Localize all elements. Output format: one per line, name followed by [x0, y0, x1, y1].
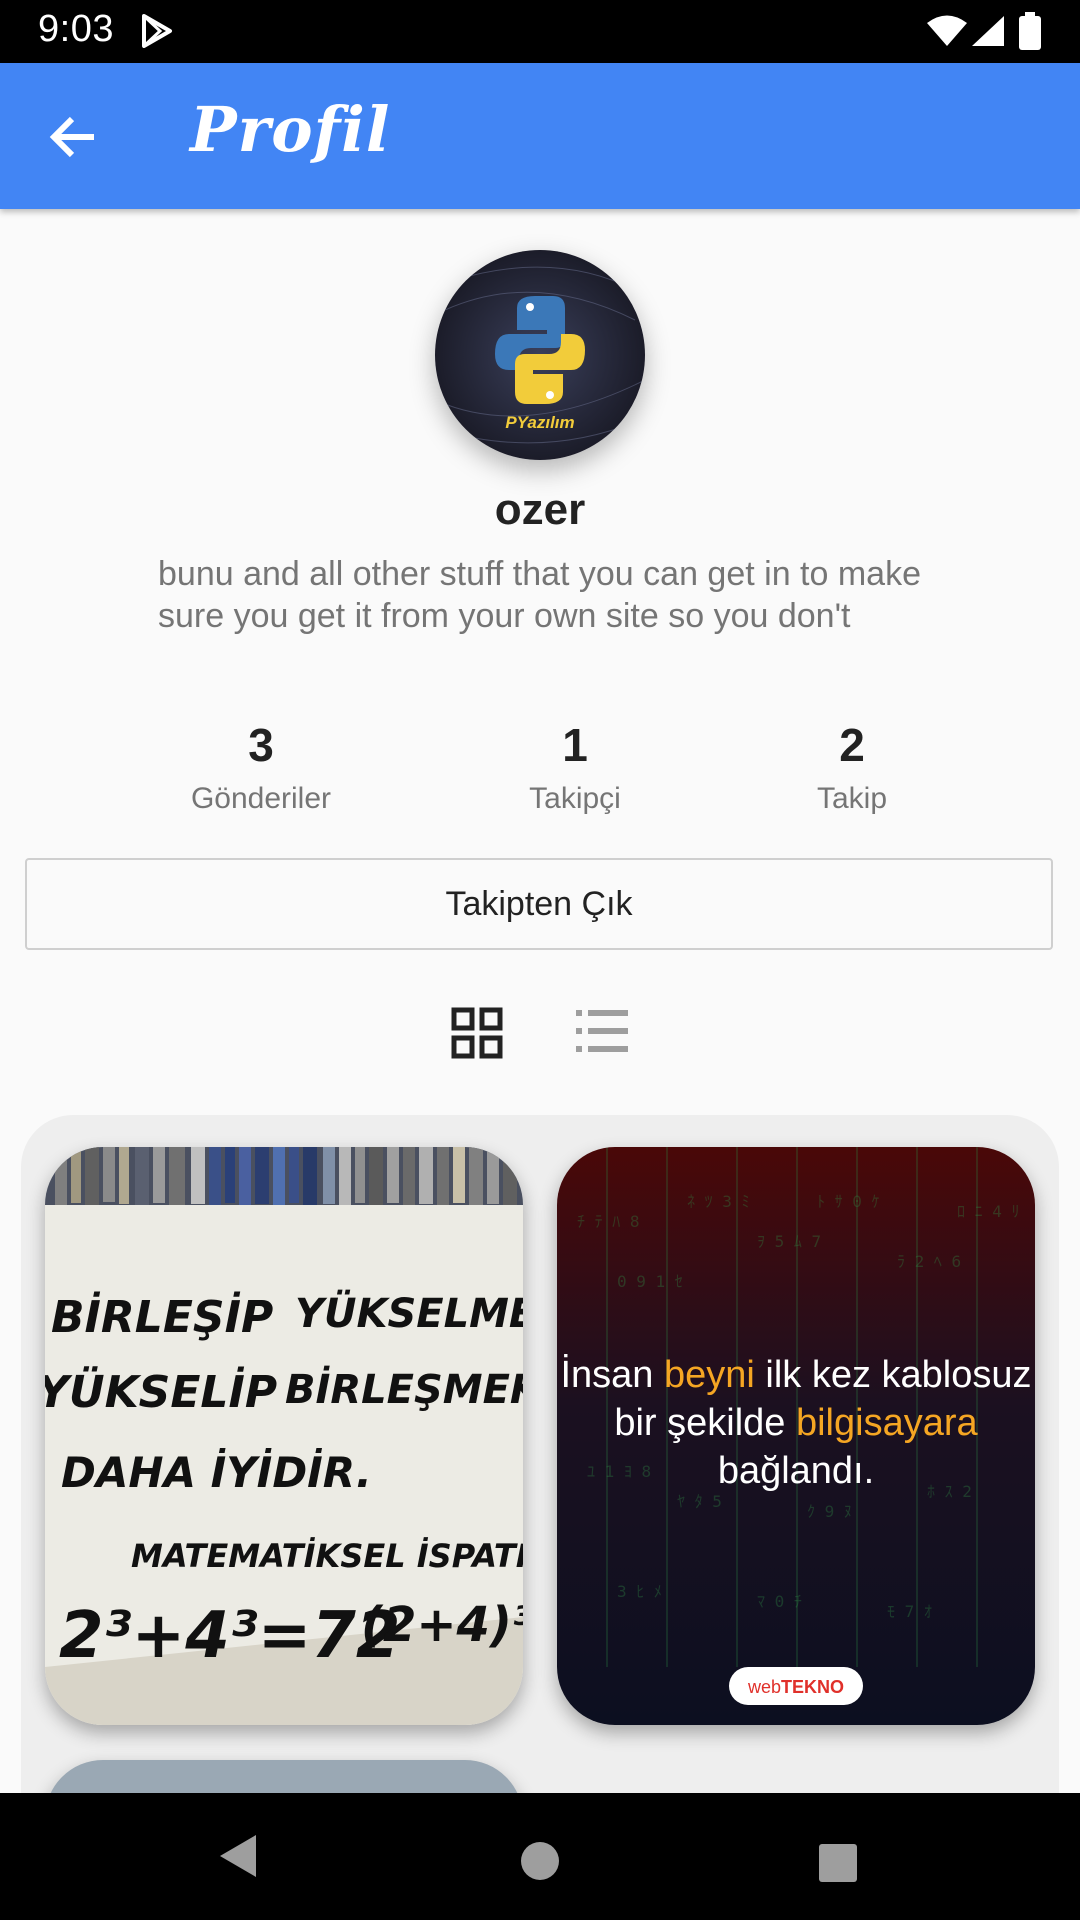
- svg-text:ﾛ ﾆ 4 ﾘ: ﾛ ﾆ 4 ﾘ: [957, 1202, 1020, 1221]
- stat-label: Takipçi: [529, 782, 621, 815]
- nav-home-icon[interactable]: [520, 1841, 560, 1881]
- stat-followers[interactable]: 1 Takipçi: [445, 718, 705, 816]
- status-time: 9:03: [38, 8, 114, 50]
- svg-text:ﾎ ｽ 2: ﾎ ｽ 2: [927, 1482, 972, 1501]
- post-text: bağlandı.: [718, 1450, 874, 1492]
- svg-text:ﾁ ﾃ ﾊ 8: ﾁ ﾃ ﾊ 8: [577, 1212, 640, 1231]
- post-text: DAHA İYİDİR.: [61, 1447, 372, 1497]
- nav-recents-icon[interactable]: [818, 1843, 858, 1883]
- stat-label: Takip: [816, 782, 888, 815]
- wifi-icon: [927, 15, 967, 46]
- stat-value: 2: [839, 719, 865, 771]
- stat-value: 1: [562, 719, 588, 771]
- svg-text:ﾏ 0 ﾁ: ﾏ 0 ﾁ: [757, 1592, 802, 1611]
- stat-value: 3: [248, 719, 274, 771]
- post-text: MATEMATİKSEL İSPATI:: [131, 1537, 523, 1575]
- python-logo-icon: PYazılım: [435, 250, 645, 460]
- signal-icon: [972, 16, 1004, 46]
- stat-posts[interactable]: 3 Gönderiler: [131, 718, 391, 816]
- page-title: Profil: [190, 93, 391, 166]
- unfollow-button[interactable]: Takipten Çık: [25, 858, 1053, 950]
- post-badge: webTEKNO: [747, 1677, 844, 1697]
- posts-grid: BİRLEŞİP YÜKSELMEK YÜKSELİP BİRLEŞMEKTEN…: [21, 1115, 1059, 1815]
- post-text: İnsan beyni ilk kez kablosuz: [560, 1353, 1031, 1396]
- post-text: YÜKSELİP: [45, 1365, 277, 1418]
- post-text: YÜKSELMEK: [295, 1289, 523, 1337]
- avatar: PYazılım: [435, 250, 645, 460]
- post-thumbnail[interactable]: ﾁ ﾃ ﾊ 8 0 9 1 ｾ ﾈ ﾂ 3 ﾐ ｦ 5 ﾑ 7 ﾄ ｻ 0 ｹ …: [557, 1147, 1035, 1725]
- post-text: bir şekilde bilgisayara: [614, 1402, 978, 1444]
- post-text: (2+4)³=21: [361, 1597, 523, 1653]
- system-nav-bar: [0, 1793, 1080, 1920]
- post-text: BİRLEŞMEKTEN: [285, 1365, 523, 1413]
- svg-text:ｸ 9 ﾇ: ｸ 9 ﾇ: [807, 1502, 852, 1521]
- svg-text:ﾈ ﾂ 3 ﾐ: ﾈ ﾂ 3 ﾐ: [687, 1192, 750, 1211]
- arrow-back-icon[interactable]: [44, 107, 104, 167]
- list-view-icon[interactable]: [576, 1008, 628, 1054]
- svg-text:ﾔ ﾀ 5: ﾔ ﾀ 5: [677, 1492, 722, 1511]
- svg-text:0 9 1 ｾ: 0 9 1 ｾ: [617, 1272, 683, 1291]
- username: ozer: [494, 485, 586, 534]
- svg-text:ﾗ 2 ﾍ 6: ﾗ 2 ﾍ 6: [897, 1252, 961, 1271]
- play-store-icon: [142, 14, 172, 48]
- post-text: BİRLEŞİP: [51, 1290, 273, 1343]
- avatar-text: PYazılım: [505, 413, 574, 432]
- svg-text:ｦ 5 ﾑ 7: ｦ 5 ﾑ 7: [757, 1232, 821, 1251]
- battery-icon: [1019, 12, 1041, 50]
- svg-text:ﾕ 1 ﾖ 8: ﾕ 1 ﾖ 8: [587, 1462, 651, 1481]
- post-thumbnail[interactable]: BİRLEŞİP YÜKSELMEK YÜKSELİP BİRLEŞMEKTEN…: [45, 1147, 523, 1725]
- bio: bunu and all other stuff that you can ge…: [158, 555, 921, 635]
- stat-label: Gönderiler: [190, 782, 332, 815]
- svg-text:ﾄ ｻ 0 ｹ: ﾄ ｻ 0 ｹ: [817, 1192, 880, 1211]
- nav-back-icon[interactable]: [218, 1833, 258, 1879]
- svg-text:3 ﾋ ﾒ: 3 ﾋ ﾒ: [617, 1582, 662, 1601]
- grid-view-icon[interactable]: [450, 1006, 504, 1060]
- post-text: 2³+4³=72: [59, 1599, 400, 1673]
- stat-following[interactable]: 2 Takip: [722, 718, 982, 816]
- app-bar: Profil: [0, 63, 1080, 209]
- svg-text:ﾓ 7 ｵ: ﾓ 7 ｵ: [887, 1602, 932, 1621]
- post-image: BİRLEŞİP YÜKSELMEK YÜKSELİP BİRLEŞMEKTEN…: [45, 1147, 523, 1725]
- post-image: ﾁ ﾃ ﾊ 8 0 9 1 ｾ ﾈ ﾂ 3 ﾐ ｦ 5 ﾑ 7 ﾄ ｻ 0 ｹ …: [560, 1147, 1032, 1705]
- status-bar: 9:03: [0, 0, 1080, 63]
